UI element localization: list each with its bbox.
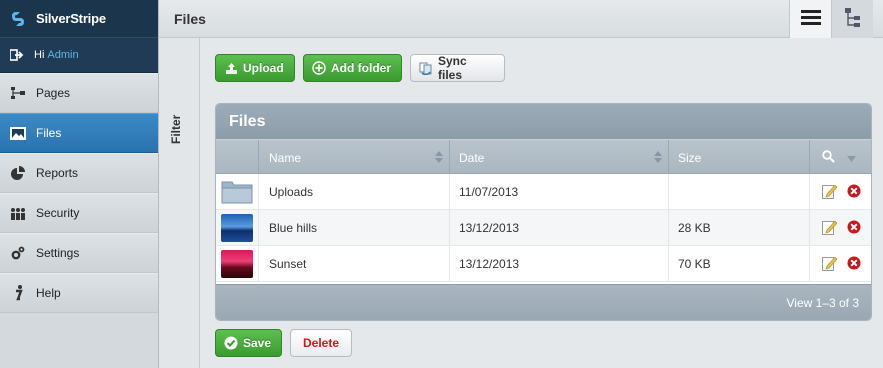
- logout-icon[interactable]: [9, 49, 24, 61]
- sidebar-item-label: Reports: [36, 166, 79, 180]
- silverstripe-logo-icon: [8, 9, 28, 29]
- upload-label: Upload: [243, 61, 284, 75]
- save-button[interactable]: Save: [215, 329, 282, 357]
- search-icon[interactable]: [822, 149, 835, 166]
- size-cell: [669, 174, 810, 210]
- sidebar-item-pages[interactable]: Pages: [0, 73, 158, 113]
- delete-icon[interactable]: [847, 256, 861, 273]
- column-header-actions: [810, 140, 871, 175]
- upload-button[interactable]: Upload: [215, 54, 295, 82]
- image-icon: [10, 125, 26, 141]
- sidebar-item-label: Pages: [36, 86, 71, 100]
- date-cell: 13/12/2013: [450, 210, 669, 246]
- brand-bar[interactable]: SilverStripe: [0, 0, 158, 37]
- edit-icon[interactable]: [822, 255, 838, 274]
- users-icon: [10, 205, 26, 221]
- column-header-size: Size: [669, 140, 810, 175]
- thumbnail-cell: [216, 174, 259, 210]
- grid-title: Files: [216, 104, 871, 139]
- pie-chart-icon: [10, 165, 26, 181]
- sidebar-item-settings[interactable]: Settings: [0, 233, 158, 273]
- add-folder-label: Add folder: [331, 61, 391, 75]
- delete-label: Delete: [302, 336, 340, 350]
- sidebar-item-reports[interactable]: Reports: [0, 153, 158, 193]
- folder-icon: [221, 178, 253, 207]
- checkmark-icon: [224, 336, 238, 350]
- upload-icon: [224, 61, 238, 75]
- column-header-date[interactable]: Date: [450, 140, 669, 175]
- files-grid: Files Name Date Size Uploads 11/07/2013 …: [215, 103, 872, 321]
- table-row[interactable]: Sunset 13/12/2013 70 KB: [216, 246, 871, 282]
- sort-arrows-icon[interactable]: [435, 151, 443, 163]
- sidebar-item-label: Files: [36, 126, 62, 140]
- sunset-thumbnail: [221, 250, 253, 278]
- delete-icon[interactable]: [847, 184, 861, 201]
- gear-icon: [10, 245, 26, 261]
- sidebar-item-security[interactable]: Security: [0, 193, 158, 233]
- delete-button[interactable]: Delete: [290, 329, 352, 357]
- thumbnail-cell: [216, 246, 259, 282]
- info-icon: [10, 285, 26, 301]
- name-cell: Sunset: [259, 246, 450, 282]
- table-row[interactable]: Blue hills 13/12/2013 28 KB: [216, 210, 871, 246]
- actions-cell: [810, 210, 871, 246]
- thumbnail-cell: [216, 210, 259, 246]
- edit-icon[interactable]: [822, 183, 838, 202]
- sitemap-icon: [10, 85, 26, 101]
- user-name-link[interactable]: Admin: [47, 49, 78, 61]
- column-header-size-label: Size: [678, 150, 702, 165]
- name-cell: Blue hills: [259, 210, 450, 246]
- sidebar-item-label: Help: [36, 286, 61, 300]
- size-cell: 70 KB: [669, 246, 810, 282]
- brand-name: SilverStripe: [36, 11, 106, 26]
- table-row[interactable]: Uploads 11/07/2013: [216, 174, 871, 210]
- sidebar-item-files[interactable]: Files: [0, 113, 158, 153]
- sync-files-label: Sync files: [438, 54, 467, 82]
- user-bar[interactable]: Hi Admin: [0, 37, 158, 73]
- page-header: Files: [159, 0, 883, 38]
- column-header-name-label: Name: [269, 150, 302, 165]
- tree-view-button[interactable]: [831, 0, 873, 38]
- blue-hills-thumbnail: [221, 214, 253, 242]
- column-header-thumbnail: [216, 140, 259, 175]
- actions-cell: [810, 174, 871, 210]
- date-cell: 11/07/2013: [450, 174, 669, 210]
- sidebar-item-label: Security: [36, 206, 80, 220]
- column-header-date-label: Date: [459, 150, 485, 165]
- delete-icon[interactable]: [847, 220, 861, 237]
- list-view-button[interactable]: [789, 0, 831, 38]
- list-view-icon: [800, 9, 821, 29]
- filter-label: Filter: [169, 114, 183, 144]
- chevron-down-icon[interactable]: [847, 151, 856, 165]
- add-folder-button[interactable]: Add folder: [303, 54, 402, 82]
- grid-header-row: Name Date Size: [216, 139, 871, 175]
- grid-pagination: View 1–3 of 3: [216, 284, 871, 320]
- actions-cell: [810, 246, 871, 282]
- main-content: Upload Add folder Sync files Files Name …: [200, 38, 883, 368]
- save-label: Save: [243, 336, 272, 350]
- date-cell: 13/12/2013: [450, 246, 669, 282]
- greeting: Hi: [34, 49, 45, 61]
- page-title: Files: [174, 11, 206, 27]
- sidebar-item-label: Settings: [36, 246, 80, 260]
- plus-circle-icon: [312, 61, 326, 75]
- edit-icon[interactable]: [822, 219, 838, 238]
- sidebar: SilverStripe Hi Admin Pages Files Report…: [0, 0, 159, 368]
- tree-view-icon: [844, 7, 861, 31]
- name-cell: Uploads: [259, 174, 450, 210]
- column-header-name[interactable]: Name: [259, 140, 450, 175]
- sidebar-item-help[interactable]: Help: [0, 273, 158, 313]
- pagination-text: View 1–3 of 3: [786, 295, 860, 310]
- size-cell: 28 KB: [669, 210, 810, 246]
- filter-panel-toggle[interactable]: Filter: [159, 38, 200, 368]
- sort-arrows-icon[interactable]: [654, 151, 662, 163]
- sync-icon: [419, 61, 433, 75]
- sync-files-button[interactable]: Sync files: [410, 54, 505, 82]
